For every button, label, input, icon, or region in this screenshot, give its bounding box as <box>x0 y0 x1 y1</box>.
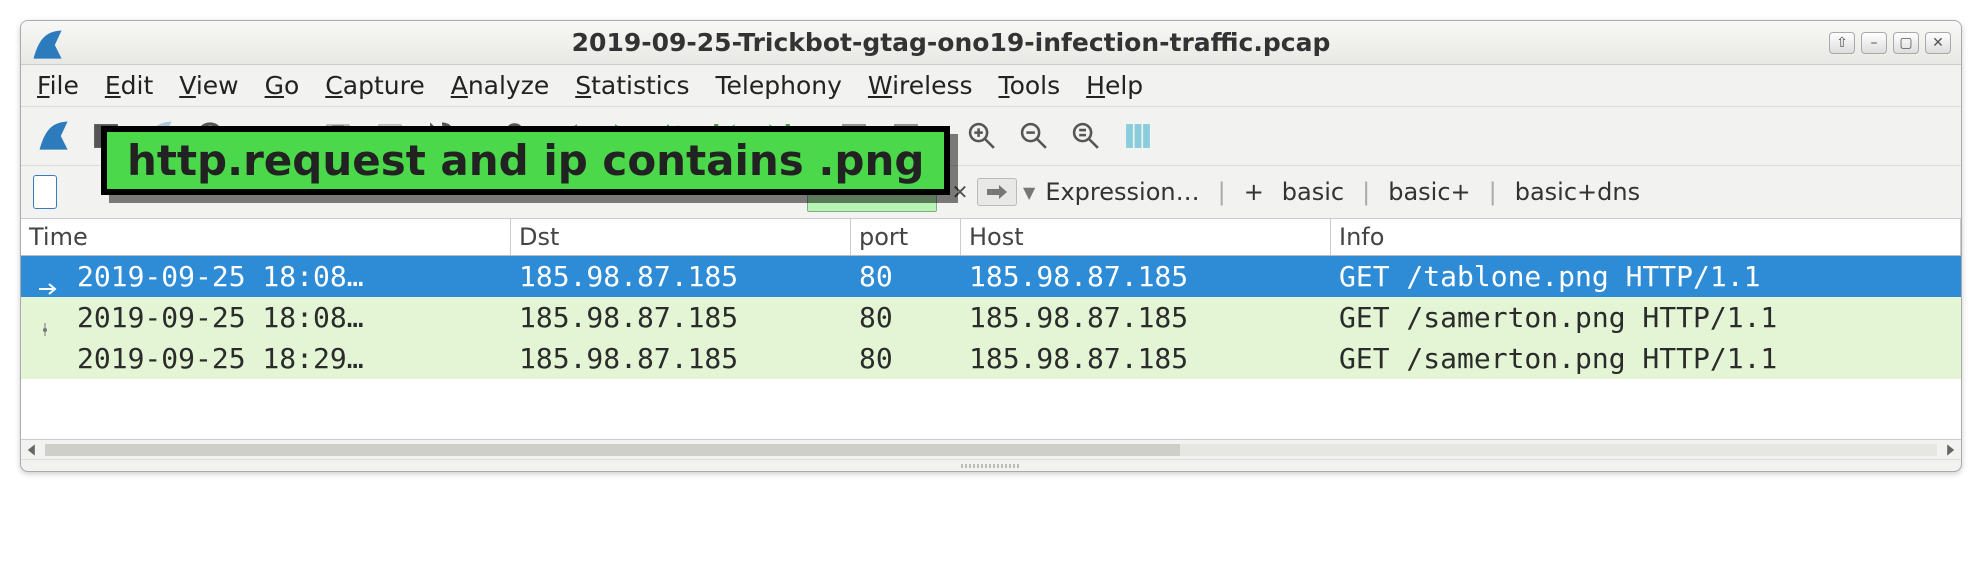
expression-button[interactable]: Expression… <box>1045 178 1199 206</box>
main-window: 2019-09-25-Trickbot-gtag-ono19-infection… <box>20 20 1962 472</box>
menu-view[interactable]: View <box>179 71 238 100</box>
table-row[interactable]: 2019-09-25 18:08… 185.98.87.18580185.98.8… <box>21 297 1961 338</box>
menubar: File Edit View Go Capture Analyze Statis… <box>21 65 1961 107</box>
filter-preset-basic[interactable]: basic <box>1282 178 1344 206</box>
cell-dst: 185.98.87.185 <box>511 258 851 295</box>
cell-dst: 185.98.87.185 <box>511 340 851 377</box>
menu-capture[interactable]: Capture <box>325 71 424 100</box>
filter-preset-basic-plus[interactable]: basic+ <box>1388 178 1470 206</box>
menu-telephony[interactable]: Telephony <box>716 71 842 100</box>
related-packet-icon <box>39 352 59 366</box>
start-capture-button[interactable] <box>33 115 75 157</box>
filter-annotation-overlay: http.request and ip contains .png <box>101 126 950 195</box>
display-filter-bar: http.request and ip contains .png ✕ ▼ Ex… <box>21 166 1961 219</box>
menu-edit[interactable]: Edit <box>105 71 153 100</box>
column-header-time[interactable]: Time <box>21 219 511 255</box>
cell-host: 185.98.87.185 <box>961 258 1331 295</box>
filter-bookmark-button[interactable] <box>33 175 57 209</box>
cell-port: 80 <box>851 258 961 295</box>
menu-go[interactable]: Go <box>265 71 300 100</box>
scroll-left-icon[interactable] <box>25 443 39 457</box>
cell-port: 80 <box>851 340 961 377</box>
cell-info: GET /samerton.png HTTP/1.1 <box>1331 340 1961 377</box>
cell-time: 2019-09-25 18:08… <box>77 301 364 334</box>
titlebar: 2019-09-25-Trickbot-gtag-ono19-infection… <box>21 21 1961 65</box>
window-maximize-button[interactable]: ▢ <box>1893 32 1919 54</box>
cell-time: 2019-09-25 18:29… <box>77 342 364 375</box>
table-row[interactable]: 2019-09-25 18:08… 185.98.87.18580185.98.8… <box>21 256 1961 297</box>
scrollbar-track[interactable] <box>45 444 1937 456</box>
menu-statistics[interactable]: Statistics <box>575 71 689 100</box>
cell-host: 185.98.87.185 <box>961 340 1331 377</box>
table-row[interactable]: 2019-09-25 18:29… 185.98.87.18580185.98.8… <box>21 338 1961 379</box>
cell-info: GET /samerton.png HTTP/1.1 <box>1331 299 1961 336</box>
cell-info: GET /tablone.png HTTP/1.1 <box>1331 258 1961 295</box>
menu-wireless[interactable]: Wireless <box>868 71 973 100</box>
menu-tools[interactable]: Tools <box>999 71 1061 100</box>
scrollbar-thumb[interactable] <box>45 444 1180 456</box>
add-filter-button[interactable]: + <box>1244 178 1264 206</box>
related-packet-icon <box>39 270 59 284</box>
filter-history-dropdown[interactable]: ▼ <box>1023 183 1035 202</box>
resize-columns-button[interactable] <box>1117 115 1159 157</box>
filter-preset-basic-dns[interactable]: basic+dns <box>1515 178 1640 206</box>
window-minimize-button[interactable]: – <box>1861 32 1887 54</box>
display-filter-text: http.request and ip contains .png <box>127 136 924 185</box>
zoom-in-button[interactable] <box>961 115 1003 157</box>
column-header-host[interactable]: Host <box>961 219 1331 255</box>
window-title: 2019-09-25-Trickbot-gtag-ono19-infection… <box>73 28 1829 57</box>
menu-analyze[interactable]: Analyze <box>451 71 550 100</box>
zoom-out-button[interactable] <box>1013 115 1055 157</box>
wireshark-icon <box>31 28 65 58</box>
cell-host: 185.98.87.185 <box>961 299 1331 336</box>
window-close-button[interactable]: ✕ <box>1925 32 1951 54</box>
related-packet-icon <box>39 311 59 325</box>
clear-filter-button[interactable]: ✕ <box>947 179 973 205</box>
pane-resizer[interactable] <box>21 459 1961 471</box>
cell-time: 2019-09-25 18:08… <box>77 260 364 293</box>
horizontal-scrollbar[interactable] <box>21 439 1961 459</box>
window-raise-button[interactable]: ⇧ <box>1829 32 1855 54</box>
menu-file[interactable]: File <box>37 71 79 100</box>
menu-help[interactable]: Help <box>1086 71 1143 100</box>
packet-list-pane: Time Dst port Host Info 2019-09-25 18:08… <box>21 219 1961 459</box>
grip-icon <box>961 464 1021 468</box>
window-controls: ⇧ – ▢ ✕ <box>1829 32 1951 54</box>
column-header-dst[interactable]: Dst <box>511 219 851 255</box>
scroll-right-icon[interactable] <box>1943 443 1957 457</box>
column-header-info[interactable]: Info <box>1331 219 1961 255</box>
packet-list-header: Time Dst port Host Info <box>21 219 1961 256</box>
cell-dst: 185.98.87.185 <box>511 299 851 336</box>
column-header-port[interactable]: port <box>851 219 961 255</box>
packet-list-empty-area <box>21 379 1961 439</box>
zoom-reset-button[interactable] <box>1065 115 1107 157</box>
apply-filter-button[interactable] <box>977 178 1017 206</box>
packet-rows: 2019-09-25 18:08…185.98.87.18580185.98.8… <box>21 256 1961 379</box>
cell-port: 80 <box>851 299 961 336</box>
